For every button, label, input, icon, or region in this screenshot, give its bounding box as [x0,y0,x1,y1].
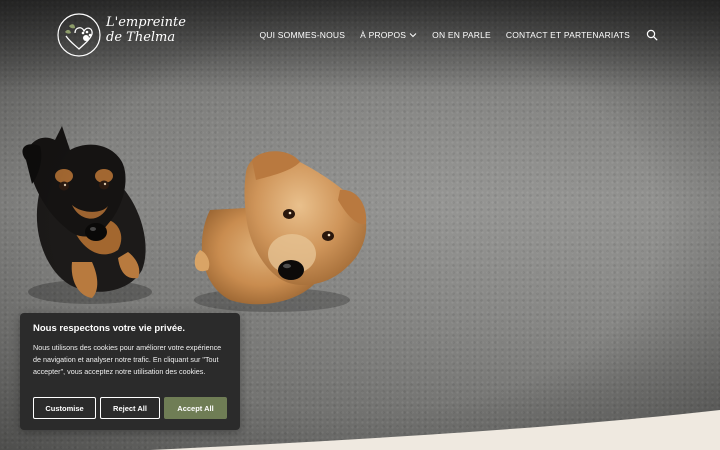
site-header: L'empreinte de Thelma QUI SOMMES-NOUS À … [0,0,720,70]
nav-item-label: QUI SOMMES-NOUS [259,30,346,40]
nav-item-label: CONTACT ET PARTENARIATS [505,30,630,40]
cookie-description: Nous utilisons des cookies pour améliore… [33,343,222,376]
logo-line-1: L'empreinte [106,15,186,30]
nav-item-label: À PROPOS [360,30,407,40]
search-icon[interactable] [646,29,658,41]
nav-item-contact-partenariats[interactable]: CONTACT ET PARTENARIATS [506,30,630,40]
nav-item-on-en-parle[interactable]: ON EN PARLE [432,30,491,40]
nav-item-label: ON EN PARLE [432,30,491,40]
logo-line-2: de Thelma [106,30,176,45]
site-logo[interactable]: L'empreinte de Thelma [56,10,186,58]
logo-wordmark: L'empreinte de Thelma [106,15,186,45]
main-nav: QUI SOMMES-NOUS À PROPOS ON EN PARLE CON… [260,27,659,43]
chevron-down-icon [409,33,417,38]
page: L'empreinte de Thelma QUI SOMMES-NOUS À … [0,0,720,450]
accept-all-button[interactable]: Accept All [164,397,227,419]
cookie-consent-banner: Nous respectons votre vie privée. Nous u… [20,313,240,430]
logo-paw-heart-icon [57,13,101,57]
nav-item-a-propos[interactable]: À PROPOS [360,30,417,40]
nav-item-qui-sommes-nous[interactable]: QUI SOMMES-NOUS [260,30,346,40]
cookie-title: Nous respectons votre vie privée. [33,323,186,334]
reject-all-button[interactable]: Reject All [100,397,160,419]
customise-button[interactable]: Customise [33,397,96,419]
